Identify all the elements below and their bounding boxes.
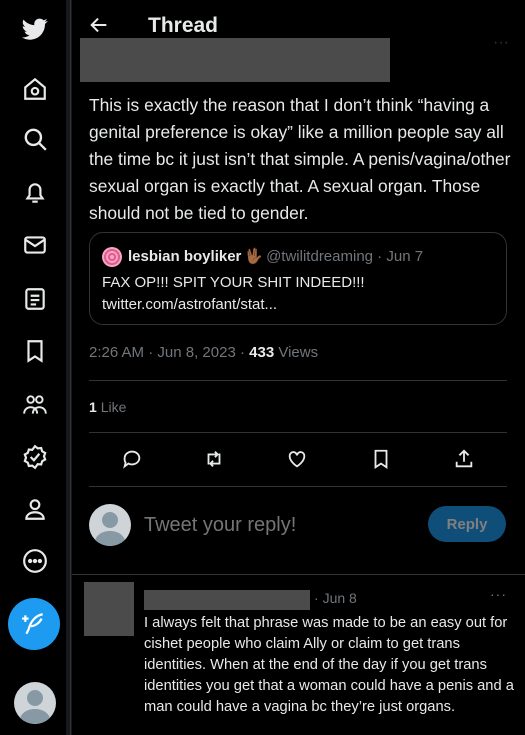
verified-badge-icon[interactable]: [20, 442, 50, 472]
reply-date-text: Jun 8: [322, 590, 357, 606]
likes-count: 1: [89, 399, 97, 415]
quote-author-emoji: 🖖🏾: [244, 248, 264, 265]
reply-avatar: [89, 504, 131, 546]
reply-author-avatar-redacted[interactable]: [84, 582, 134, 636]
divider: [89, 486, 507, 487]
home-icon[interactable]: [20, 74, 50, 104]
reply-text: I always felt that phrase was made to be…: [144, 615, 514, 715]
communities-icon[interactable]: [20, 390, 50, 420]
page-title: Thread: [148, 14, 219, 37]
reply-icon[interactable]: [121, 448, 145, 472]
reply-author-name-redacted[interactable]: [144, 590, 310, 610]
quote-handle: @twilitdreaming: [266, 248, 374, 265]
tweet-timestamp: 2:26 AM · Jun 8, 2023 · 433 Views: [89, 344, 318, 361]
quote-avatar: [102, 247, 122, 267]
like-heart-icon[interactable]: [286, 448, 310, 472]
quoted-tweet[interactable]: lesbian boyliker 🖖🏾 @twilitdreaming · Jun …: [89, 232, 507, 325]
timestamp-separator: ·: [144, 344, 158, 361]
column-border: [70, 0, 71, 735]
tweet-text: This is exactly the reason that I don’t …: [89, 95, 511, 223]
quote-separator: ·: [373, 248, 387, 265]
tweet-actions: [72, 445, 525, 475]
more-circle-icon[interactable]: [20, 546, 50, 576]
messages-envelope-icon[interactable]: [20, 230, 50, 260]
quote-text: FAX OP!!! SPIT YOUR SHIT INDEED!!!: [102, 274, 365, 291]
retweet-icon[interactable]: [203, 448, 227, 472]
divider: [72, 574, 525, 575]
views-count: 433: [249, 344, 275, 361]
reply-date-separator: ·: [314, 590, 323, 606]
quote-author-name: lesbian boyliker: [128, 248, 242, 265]
divider: [89, 380, 507, 381]
compose-feather-icon: [22, 613, 43, 635]
search-icon[interactable]: [20, 124, 50, 154]
reply-input[interactable]: [144, 510, 414, 540]
redacted-author: [80, 38, 390, 82]
tweet-more-icon[interactable]: ···: [493, 34, 509, 52]
quote-link[interactable]: twitter.com/astrofant/stat...: [102, 296, 277, 313]
reply-button[interactable]: Reply: [428, 506, 506, 542]
profile-icon[interactable]: [20, 494, 50, 524]
twitter-bird-icon[interactable]: [20, 14, 50, 44]
tweet-time[interactable]: 2:26 AM: [89, 344, 144, 361]
views-label: Views: [278, 344, 319, 361]
back-arrow-icon[interactable]: [88, 14, 112, 38]
reply-date: · Jun 8: [314, 590, 357, 606]
tweet-date[interactable]: Jun 8, 2023: [157, 344, 235, 361]
timestamp-separator: ·: [235, 344, 250, 361]
reply-more-icon[interactable]: ···: [490, 586, 507, 602]
bookmark-action-icon[interactable]: [370, 448, 394, 472]
share-icon[interactable]: [453, 448, 477, 472]
bookmark-icon[interactable]: [20, 336, 50, 366]
likes-stat[interactable]: 1 Like: [89, 399, 126, 415]
lists-icon[interactable]: [20, 284, 50, 314]
compose-tweet-button[interactable]: [8, 598, 60, 650]
divider: [89, 432, 507, 433]
account-avatar[interactable]: [14, 682, 56, 724]
thread-column: Thread ··· This is exactly the reason th…: [72, 0, 525, 735]
quote-header: lesbian boyliker 🖖🏾 @twilitdreaming · Jun …: [128, 247, 423, 265]
likes-label: Like: [100, 399, 127, 415]
sidebar: [0, 0, 66, 735]
quote-date: Jun 7: [386, 248, 424, 265]
notifications-bell-icon[interactable]: [20, 178, 50, 208]
